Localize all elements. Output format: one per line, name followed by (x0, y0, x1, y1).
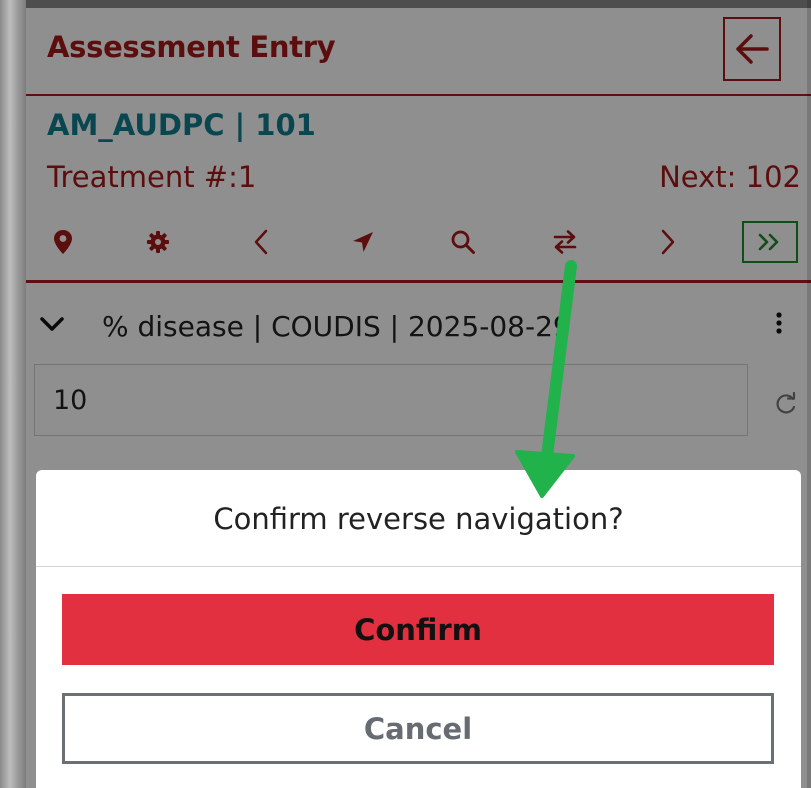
edge-shadow (807, 0, 811, 788)
assessment-app: Assessment Entry AM_AUDPC | 101 Treatmen… (26, 0, 811, 788)
cancel-button[interactable]: Cancel (62, 693, 774, 764)
confirm-button[interactable]: Confirm (62, 594, 774, 665)
dialog-divider (36, 566, 801, 567)
confirm-dialog: Confirm reverse navigation? Confirm Canc… (36, 470, 801, 788)
dialog-title: Confirm reverse navigation? (213, 502, 624, 536)
